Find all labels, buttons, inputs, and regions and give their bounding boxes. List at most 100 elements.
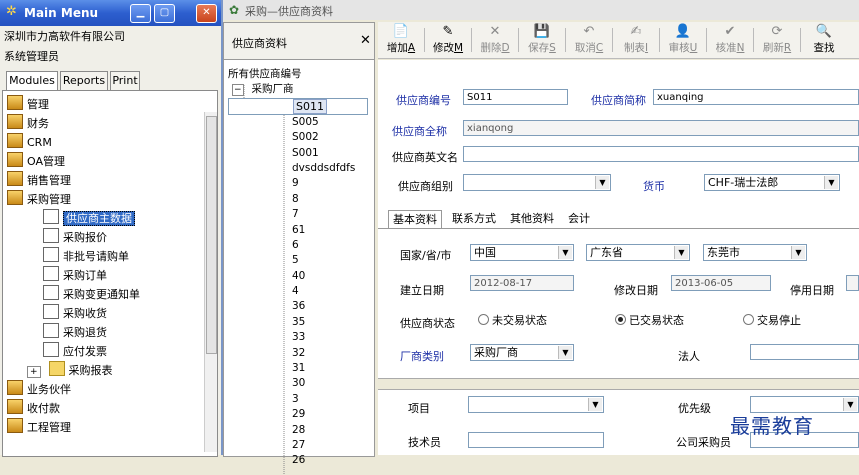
expand-icon[interactable]: + xyxy=(27,366,41,378)
chevron-down-icon[interactable]: ▼ xyxy=(674,246,688,259)
chevron-down-icon[interactable]: ▼ xyxy=(843,398,857,411)
tree-item[interactable]: S005 xyxy=(228,115,368,130)
tree-item[interactable]: 36 xyxy=(228,299,368,314)
tree-item[interactable]: 27 xyxy=(228,438,368,453)
close-button[interactable]: ✕ xyxy=(196,4,217,23)
tree-item[interactable]: S011 xyxy=(228,97,368,115)
status-radio[interactable]: 已交易状态 xyxy=(615,312,684,328)
tree-root[interactable]: 所有供应商编号 xyxy=(228,67,368,82)
tree-item[interactable]: S002 xyxy=(228,130,368,145)
module-item[interactable]: 非批号请购单 xyxy=(7,247,217,266)
radio-icon[interactable] xyxy=(615,314,626,325)
chevron-down-icon[interactable]: ▼ xyxy=(558,346,572,359)
module-item[interactable]: 应付发票 xyxy=(7,342,217,361)
project-select[interactable]: ▼ xyxy=(468,396,604,413)
toolbar-button[interactable]: 🔍 查找 xyxy=(803,24,845,56)
tree-item[interactable]: S001 xyxy=(228,146,368,161)
chevron-down-icon[interactable]: ▼ xyxy=(595,176,609,189)
module-item[interactable]: 销售管理 xyxy=(7,171,217,190)
province-select[interactable]: 广东省 ▼ xyxy=(586,244,690,261)
country-select[interactable]: 中国 ▼ xyxy=(470,244,574,261)
toolbar-button[interactable]: ✎ 修改M xyxy=(427,24,469,56)
module-item[interactable]: 采购报价 xyxy=(7,228,217,247)
status-radio[interactable]: 未交易状态 xyxy=(478,312,547,328)
module-item[interactable]: 采购订单 xyxy=(7,266,217,285)
tree-item[interactable]: 5 xyxy=(228,253,368,268)
module-item[interactable]: 工程管理 xyxy=(7,418,217,437)
tree-item[interactable]: 31 xyxy=(228,361,368,376)
supplier-en-input[interactable] xyxy=(463,146,859,162)
toolbar-separator xyxy=(612,28,613,52)
chevron-down-icon[interactable]: ▼ xyxy=(588,398,602,411)
chevron-down-icon[interactable]: ▼ xyxy=(558,246,572,259)
tree-item[interactable]: dvsddsdfdfs xyxy=(228,161,368,176)
tab-modules[interactable]: Modules xyxy=(6,71,58,91)
currency-select[interactable]: CHF-瑞士法郎 ▼ xyxy=(704,174,840,191)
module-item[interactable]: 财务 xyxy=(7,114,217,133)
module-item[interactable]: 采购收货 xyxy=(7,304,217,323)
tree-item[interactable]: 8 xyxy=(228,192,368,207)
module-item[interactable]: 业务伙伴 xyxy=(7,380,217,399)
radio-icon[interactable] xyxy=(478,314,489,325)
tab-print[interactable]: Print xyxy=(110,71,140,90)
chevron-down-icon[interactable]: ▼ xyxy=(824,176,838,189)
legal-person-input[interactable] xyxy=(750,344,859,360)
status-radio[interactable]: 交易停止 xyxy=(743,312,801,328)
tree-item[interactable]: 35 xyxy=(228,315,368,330)
toolbar-button[interactable]: ↶ 取消C xyxy=(568,24,610,56)
toolbar-button[interactable]: ✍ 制表I xyxy=(615,24,657,56)
toolbar-button[interactable]: ✕ 删除D xyxy=(474,24,516,56)
toolbar-button[interactable]: 👤 审核U xyxy=(662,24,704,56)
tree-item[interactable]: 9 xyxy=(228,176,368,191)
radio-icon[interactable] xyxy=(743,314,754,325)
toolbar-button[interactable]: 💾 保存S xyxy=(521,24,563,56)
close-icon[interactable]: ✕ xyxy=(360,33,371,48)
module-item[interactable]: + 采购报表 xyxy=(7,361,217,380)
tree-item[interactable]: 4 xyxy=(228,284,368,299)
minimize-button[interactable]: ▁ xyxy=(130,4,151,23)
supplier-code-input[interactable]: S011 xyxy=(463,89,568,105)
module-tree-scrollbar[interactable] xyxy=(204,112,217,452)
tree-item[interactable]: 32 xyxy=(228,346,368,361)
scrollbar-thumb[interactable] xyxy=(206,116,217,354)
module-item[interactable]: 收付款 xyxy=(7,399,217,418)
tab-basic-info[interactable]: 基本资料 xyxy=(388,210,442,229)
technician-input[interactable] xyxy=(468,432,604,448)
module-item[interactable]: 管理 xyxy=(7,95,217,114)
module-item-label: 采购报价 xyxy=(63,231,107,244)
tab-reports[interactable]: Reports xyxy=(60,71,108,90)
tree-item[interactable]: 26 xyxy=(228,453,368,468)
supplier-short-input[interactable]: xuanqing xyxy=(653,89,859,105)
tree-item[interactable]: 29 xyxy=(228,407,368,422)
tree-item[interactable]: 28 xyxy=(228,423,368,438)
toolbar-button[interactable]: ✔ 核准N xyxy=(709,24,751,56)
supplier-group-select[interactable]: ▼ xyxy=(463,174,611,191)
tab-accounting[interactable]: 会计 xyxy=(564,210,594,228)
toolbar-button[interactable]: 📄 增加A xyxy=(380,24,422,56)
chevron-down-icon[interactable]: ▼ xyxy=(791,246,805,259)
tab-contact[interactable]: 联系方式 xyxy=(448,210,500,228)
tree-item[interactable]: 3 xyxy=(228,392,368,407)
main-menu-titlebar[interactable]: ✲ Main Menu ▁ ▢ ✕ xyxy=(0,0,221,26)
vendor-type-select[interactable]: 采购厂商 ▼ xyxy=(470,344,574,361)
module-item[interactable]: CRM xyxy=(7,133,217,152)
maximize-button[interactable]: ▢ xyxy=(154,4,175,23)
module-item[interactable]: OA管理 xyxy=(7,152,217,171)
tree-item[interactable]: 7 xyxy=(228,207,368,222)
tab-other-info[interactable]: 其他资料 xyxy=(506,210,558,228)
module-item[interactable]: 采购退货 xyxy=(7,323,217,342)
module-item[interactable]: 供应商主数据 xyxy=(7,209,217,228)
collapse-icon[interactable]: − xyxy=(232,84,244,97)
supplier-window-titlebar[interactable]: ✿ 采购—供应商资料 xyxy=(223,0,859,20)
module-item[interactable]: 采购变更通知单 xyxy=(7,285,217,304)
tree-item[interactable]: 40 xyxy=(228,269,368,284)
tree-item[interactable]: 6 xyxy=(228,238,368,253)
tree-group[interactable]: − 采购厂商 xyxy=(228,82,368,97)
toolbar-button[interactable]: ⟳ 刷新R xyxy=(756,24,798,56)
tree-item[interactable]: 33 xyxy=(228,330,368,345)
tree-item[interactable]: 61 xyxy=(228,223,368,238)
city-select[interactable]: 东莞市 ▼ xyxy=(703,244,807,261)
supplier-full-input[interactable]: xianqong xyxy=(463,120,859,136)
tree-item[interactable]: 30 xyxy=(228,376,368,391)
module-item[interactable]: 采购管理 xyxy=(7,190,217,209)
